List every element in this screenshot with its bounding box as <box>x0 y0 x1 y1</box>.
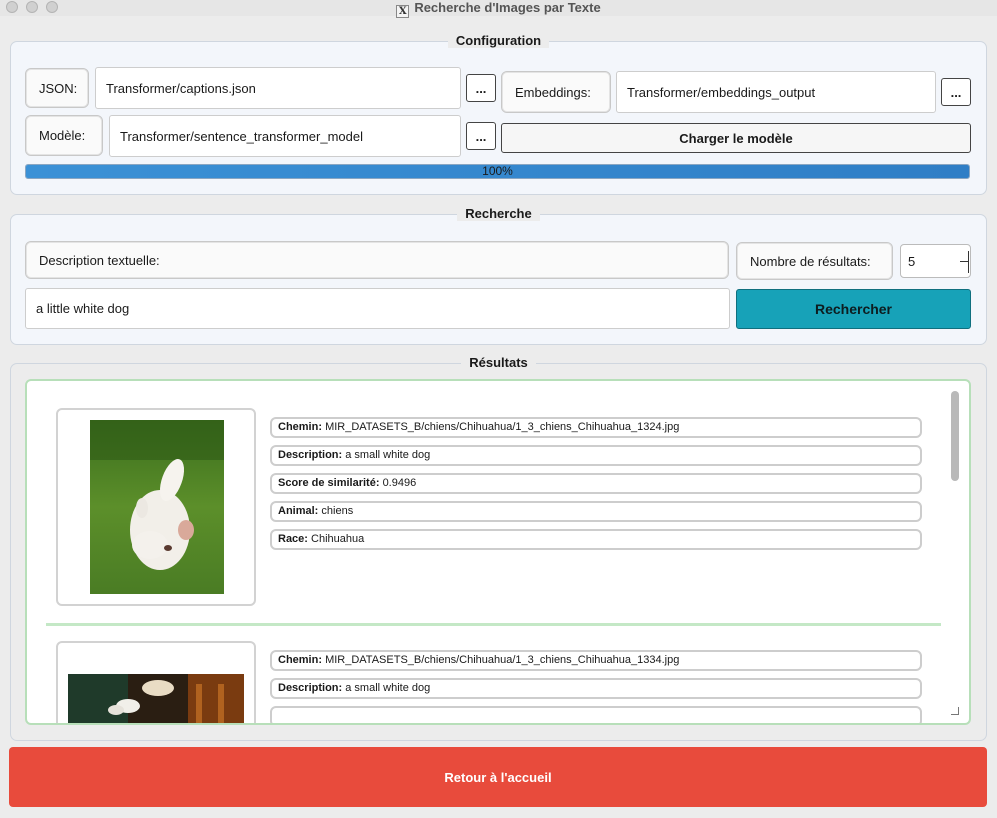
window-titlebar: X Recherche d'Images par Texte <box>0 0 997 18</box>
model-browse-button[interactable]: ... <box>466 122 496 150</box>
search-title: Recherche <box>457 206 540 221</box>
result-path-row: Chemin: MIR_DATASETS_B/chiens/Chihuahua/… <box>270 417 922 438</box>
result-description: a small white dog <box>345 682 431 694</box>
description-field-label: Description: <box>278 682 343 694</box>
json-path-field[interactable]: Transformer/captions.json <box>95 67 461 109</box>
embeddings-path-field[interactable]: Transformer/embeddings_output <box>616 71 936 113</box>
window-title: Recherche d'Images par Texte <box>414 0 601 15</box>
result-path: MIR_DATASETS_B/chiens/Chihuahua/1_3_chie… <box>325 654 680 666</box>
results-title: Résultats <box>461 355 536 370</box>
result-breed: Chihuahua <box>311 533 365 545</box>
model-progress-bar: 100% <box>25 164 970 179</box>
result-breed-row: Race: Chihuahua <box>270 529 922 550</box>
window-title-wrap: X Recherche d'Images par Texte <box>0 0 997 18</box>
description-label: Description textuelle: <box>25 241 729 279</box>
breed-label: Race: <box>278 533 308 545</box>
score-label: Score de similarité: <box>278 477 380 489</box>
search-button[interactable]: Rechercher <box>736 289 971 329</box>
result-animal: chiens <box>321 505 354 517</box>
result-count-label: Nombre de résultats: <box>736 242 893 280</box>
resize-grip-icon[interactable] <box>951 707 959 715</box>
results-title-wrap: Résultats <box>11 355 986 371</box>
home-button[interactable]: Retour à l'accueil <box>9 747 987 807</box>
results-scrollbar[interactable] <box>951 391 959 481</box>
path-label: Chemin: <box>278 654 322 666</box>
json-browse-button[interactable]: ... <box>466 74 496 102</box>
result-score-row <box>270 706 922 723</box>
result-description-row: Description: a small white dog <box>270 678 922 699</box>
result-path-row: Chemin: MIR_DATASETS_B/chiens/Chihuahua/… <box>270 650 922 671</box>
result-score-row: Score de similarité: 0.9496 <box>270 473 922 494</box>
result-description-row: Description: a small white dog <box>270 445 922 466</box>
result-image-chihuahua <box>90 420 224 594</box>
model-label: Modèle: <box>25 115 103 156</box>
result-count-value: 5 <box>908 253 916 269</box>
result-path: MIR_DATASETS_B/chiens/Chihuahua/1_3_chie… <box>325 421 680 433</box>
search-query-input[interactable]: a little white dog <box>25 288 730 329</box>
embeddings-label: Embeddings: <box>501 71 611 113</box>
load-model-button[interactable]: Charger le modèle <box>501 123 971 153</box>
result-separator <box>46 623 941 626</box>
search-title-wrap: Recherche <box>11 206 986 222</box>
result-animal-row: Animal: chiens <box>270 501 922 522</box>
result-score: 0.9496 <box>382 477 417 489</box>
result-image-frame <box>56 641 256 723</box>
progress-text: 100% <box>482 164 513 178</box>
results-scroll-area[interactable]: Chemin: MIR_DATASETS_B/chiens/Chihuahua/… <box>25 379 971 725</box>
model-path-field[interactable]: Transformer/sentence_transformer_model <box>109 115 461 157</box>
result-description: a small white dog <box>345 449 431 461</box>
configuration-title: Configuration <box>447 33 550 48</box>
result-image-chihuahua-2 <box>68 674 244 723</box>
path-label: Chemin: <box>278 421 322 433</box>
result-image-frame <box>56 408 256 606</box>
animal-label: Animal: <box>278 505 319 517</box>
embeddings-browse-button[interactable]: ... <box>941 78 971 106</box>
configuration-title-wrap: Configuration <box>11 33 986 49</box>
spinbox-arrows[interactable] <box>960 251 969 273</box>
description-field-label: Description: <box>278 449 343 461</box>
x11-icon: X <box>396 5 410 18</box>
json-label: JSON: <box>25 68 89 108</box>
result-count-spinbox[interactable]: 5 <box>900 244 971 278</box>
